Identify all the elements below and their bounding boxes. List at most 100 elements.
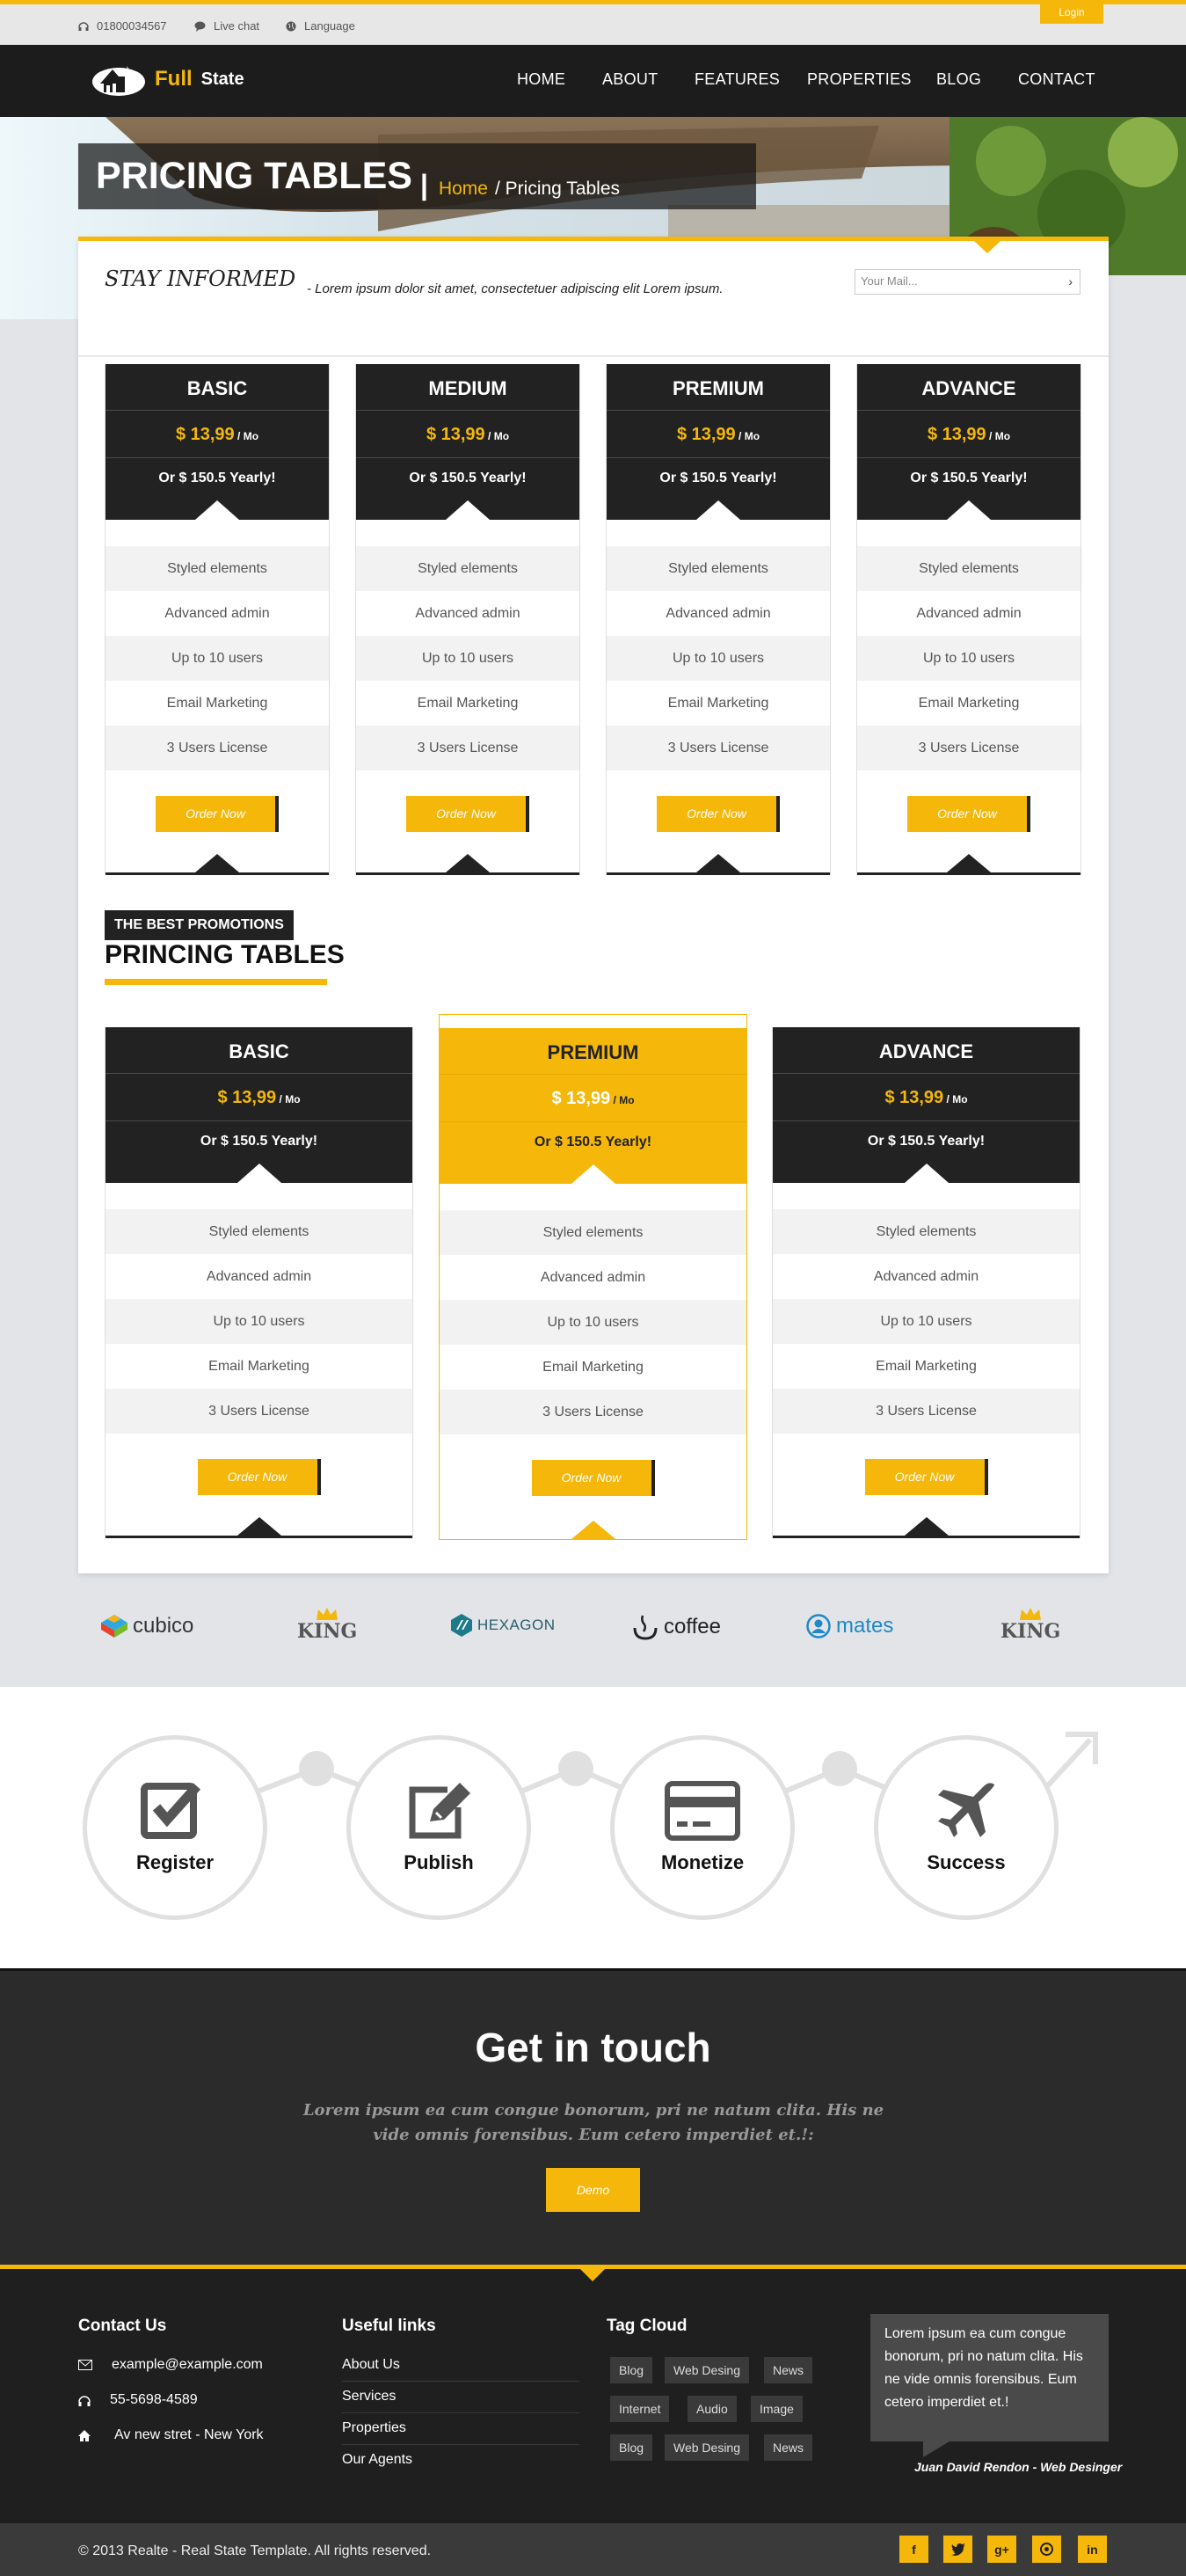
linkedin-icon[interactable]: in [1078, 2536, 1107, 2563]
order-now-button[interactable]: Order Now [197, 1458, 321, 1495]
plan-feature: Advanced admin [873, 1269, 979, 1284]
footer-link-properties[interactable]: Properties [342, 2420, 579, 2445]
plan-feature: Styled elements [440, 1210, 746, 1255]
plan-yearly: Or $ 150.5 Yearly! [773, 1121, 1080, 1183]
live-chat-link[interactable]: Live chat [194, 19, 259, 33]
phone-info: 01800034567 [78, 19, 167, 33]
coffee-cup-icon [632, 1614, 658, 1640]
tag-item[interactable]: Internet [610, 2396, 670, 2422]
plan-price: $ 13,99 / Mo [106, 1074, 412, 1121]
home-icon [78, 2429, 91, 2441]
order-area: Order Now [356, 770, 579, 857]
plan-feature: Advanced admin [540, 1270, 646, 1285]
step-label: Publish [404, 1851, 474, 1873]
plan-feature: Styled elements [106, 546, 329, 591]
plan-name: ADVANCE [857, 364, 1080, 411]
plan-feature: Advanced admin [164, 606, 270, 621]
facebook-icon[interactable]: f [899, 2536, 928, 2563]
order-area: Order Now [857, 770, 1080, 857]
language-link[interactable]: Language [286, 19, 355, 33]
footer-link-agents[interactable]: Our Agents [342, 2452, 579, 2476]
tag-item[interactable]: Image [751, 2396, 803, 2422]
pricing-card-medium: MEDIUM $ 13,99 / Mo Or $ 150.5 Yearly! Styl… [355, 364, 580, 875]
card-footer [106, 1517, 412, 1538]
newsletter-email-input[interactable]: Your Mail... › [855, 269, 1080, 295]
plan-yearly: Or $ 150.5 Yearly! [857, 458, 1080, 520]
order-now-button[interactable]: Order Now [531, 1459, 655, 1496]
plan-feature: Styled elements [106, 1209, 412, 1254]
headphones-icon [78, 2395, 91, 2406]
tag-item[interactable]: News [764, 2434, 813, 2461]
tag-item[interactable]: Web Desing [665, 2434, 750, 2461]
plan-header-notch [696, 500, 740, 520]
live-chat-label: Live chat [214, 19, 260, 33]
get-in-touch-section: Get in touch Lorem ipsum ea cum congue b… [0, 1968, 1186, 2265]
plan-feature: 3 Users License [773, 1389, 1080, 1434]
nav-properties[interactable]: PROPERTIES [807, 70, 912, 89]
newsletter-submit-icon[interactable]: › [1068, 274, 1073, 288]
cubico-icon [101, 1615, 127, 1638]
tag-item[interactable]: Audio [688, 2396, 737, 2422]
brand-name: mates [836, 1614, 894, 1638]
login-button[interactable]: Login [1040, 0, 1103, 24]
mates-icon [806, 1614, 831, 1638]
plan-yearly-text: Or $ 150.5 Yearly! [200, 1134, 318, 1149]
plan-feature: Styled elements [607, 546, 830, 591]
edit-icon [404, 1781, 474, 1841]
step-label: Success [927, 1851, 1006, 1873]
plan-feature: Advanced admin [415, 606, 520, 621]
step-publish: Publish [346, 1735, 531, 1920]
plan-name: BASIC [106, 364, 329, 411]
plan-feature: Styled elements [773, 1209, 1080, 1254]
quote-pointer [923, 2441, 950, 2457]
globe-icon [286, 21, 296, 32]
envelope-icon [78, 2360, 92, 2370]
footer-phone-text: 55-5698-4589 [110, 2392, 198, 2407]
hexagon-icon [451, 1614, 472, 1637]
pricing-card-advance: ADVANCE $ 13,99 / Mo Or $ 150.5 Yearly! Sty… [772, 1027, 1080, 1538]
house-logo-icon [91, 57, 146, 101]
plan-price-amount: $ 13,99 [927, 425, 986, 444]
plan-yearly-text: Or $ 150.5 Yearly! [409, 471, 527, 485]
tag-item[interactable]: News [764, 2357, 813, 2383]
footer-link-about[interactable]: About Us [342, 2357, 579, 2382]
plan-feature: Email Marketing [876, 1359, 977, 1374]
panel-divider [78, 355, 1109, 357]
nav-about[interactable]: ABOUT [602, 70, 658, 89]
order-now-button[interactable]: Order Now [907, 795, 1030, 832]
nav-contact[interactable]: CONTACT [1018, 70, 1095, 89]
demo-button[interactable]: Demo [546, 2168, 640, 2212]
plan-price: $ 13,99 / Mo [607, 411, 830, 458]
nav-blog[interactable]: BLOG [936, 70, 981, 89]
tag-item[interactable]: Blog [610, 2357, 653, 2383]
card-footer-notch [236, 1517, 281, 1536]
pinterest-icon[interactable] [1032, 2536, 1061, 2563]
plan-price: $ 13,99 / Mo [440, 1075, 746, 1122]
stay-informed-title: STAY INFORMED [105, 266, 296, 291]
plan-feature: 3 Users License [356, 726, 579, 770]
brand-name: HEXAGON [477, 1616, 556, 1633]
nav-features[interactable]: FEATURES [695, 70, 780, 89]
plan-name: BASIC [106, 1027, 412, 1074]
order-now-button[interactable]: Order Now [864, 1458, 988, 1495]
nav-home[interactable]: HOME [517, 70, 565, 89]
card-footer-notch [696, 854, 740, 872]
card-footer [857, 854, 1080, 875]
google-plus-icon[interactable]: g+ [987, 2536, 1016, 2563]
tag-item[interactable]: Web Desing [665, 2357, 750, 2383]
logo[interactable]: Full State [91, 57, 244, 101]
tag-item[interactable]: Blog [610, 2434, 653, 2461]
order-now-button[interactable]: Order Now [406, 795, 529, 832]
footer-email[interactable]: example@example.com [78, 2357, 263, 2373]
plan-feature: 3 Users License [106, 1389, 412, 1434]
plan-feature: Email Marketing [918, 696, 1020, 711]
footer-link-services[interactable]: Services [342, 2389, 579, 2413]
order-now-button[interactable]: Order Now [657, 795, 780, 832]
breadcrumb-home-link[interactable]: Home [439, 179, 488, 200]
card-footer-notch [446, 854, 490, 872]
twitter-icon[interactable] [943, 2536, 972, 2563]
order-now-button[interactable]: Order Now [156, 795, 279, 832]
plan-price-period: / Mo [989, 430, 1011, 442]
